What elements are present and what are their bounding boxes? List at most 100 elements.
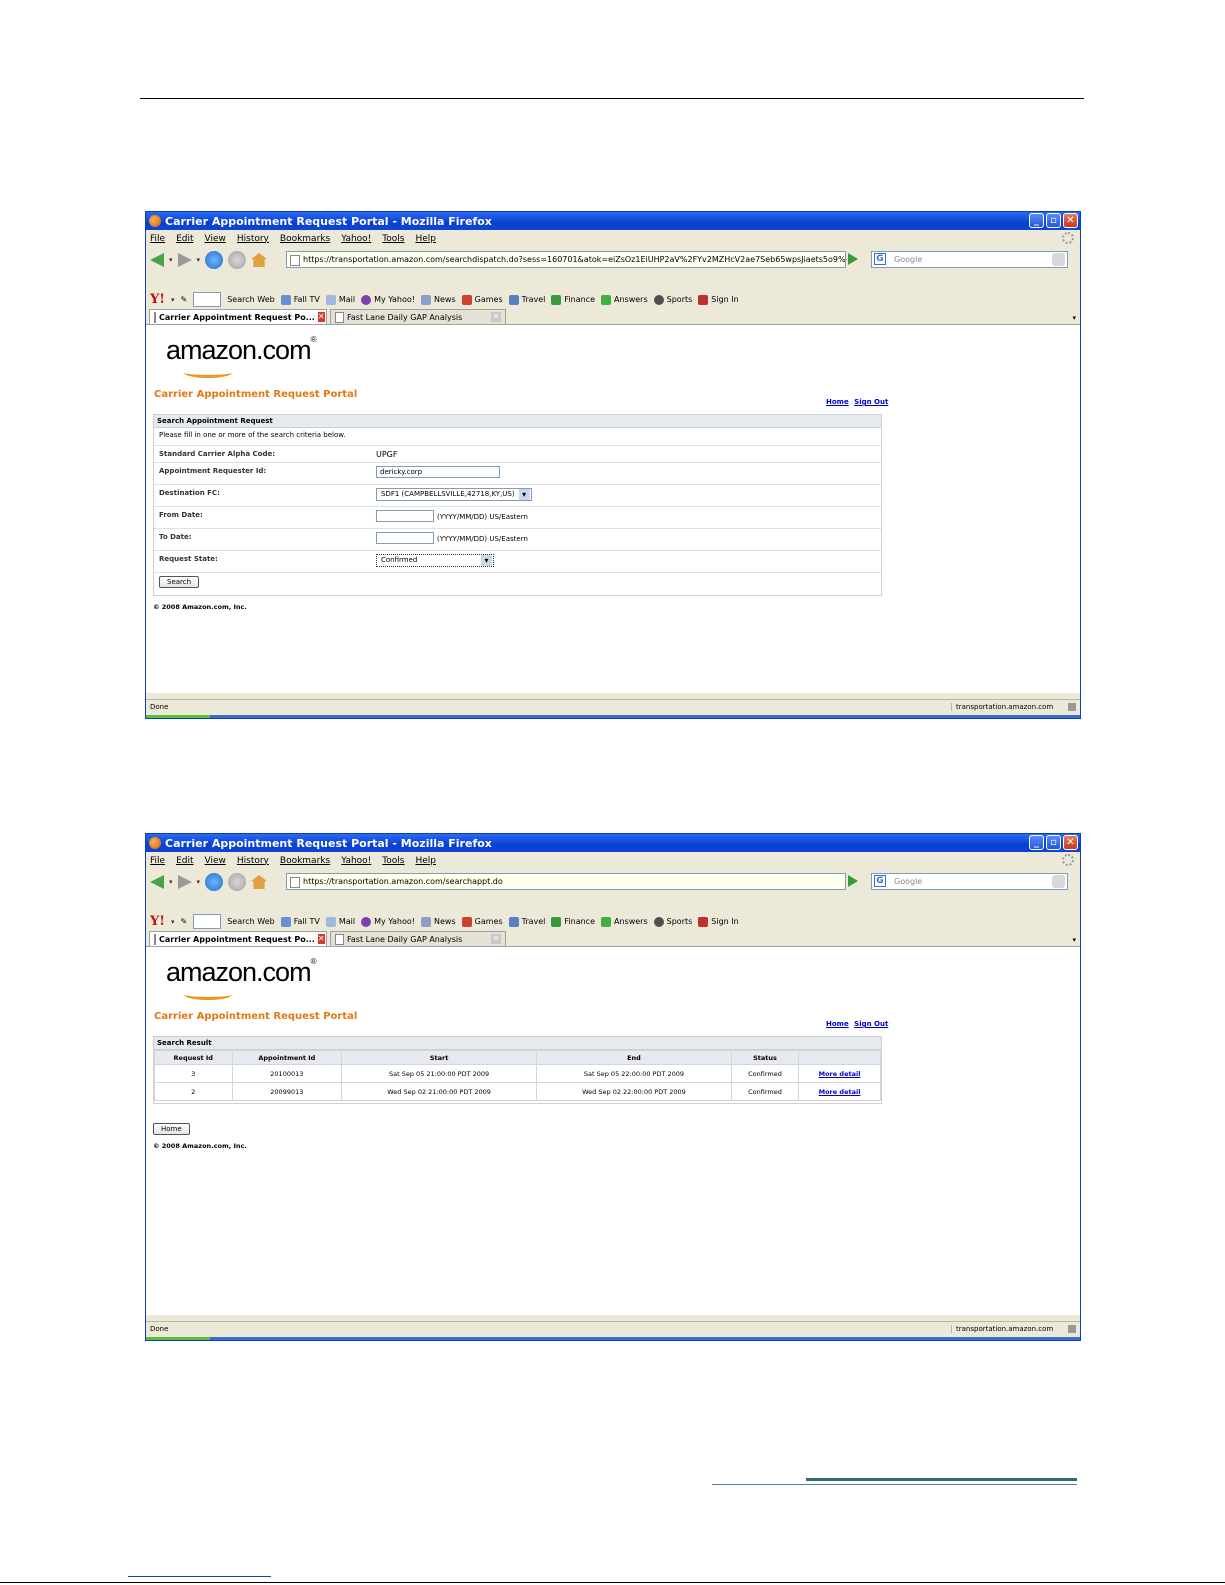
back-arrow-icon[interactable]	[150, 875, 164, 889]
url-input[interactable]: https://transportation.amazon.com/search…	[286, 873, 846, 890]
more-detail-link[interactable]: More detail	[819, 1088, 861, 1096]
yahoo-fall-tv[interactable]: Fall TV	[280, 916, 320, 927]
menu-view[interactable]: View	[205, 856, 226, 866]
yahoo-mail[interactable]: Mail	[325, 916, 355, 927]
back-dropdown-icon[interactable]: ▾	[169, 256, 173, 264]
yahoo-my-yahoo[interactable]: My Yahoo!	[361, 294, 415, 305]
tab-close-icon[interactable]: ✕	[491, 312, 501, 322]
stop-icon[interactable]	[228, 873, 247, 891]
yahoo-dropdown-icon[interactable]: ▾	[171, 918, 175, 926]
stop-icon[interactable]	[228, 251, 247, 269]
restore-button[interactable]: ▫	[1046, 213, 1061, 228]
sign-out-link[interactable]: Sign Out	[854, 1020, 888, 1028]
back-arrow-icon[interactable]	[150, 253, 164, 267]
menu-tools[interactable]: Tools	[382, 856, 404, 866]
menu-edit[interactable]: Edit	[176, 234, 193, 244]
yahoo-answers[interactable]: Answers	[601, 916, 648, 927]
search-input[interactable]: G Google	[871, 251, 1068, 268]
yahoo-fall-tv[interactable]: Fall TV	[280, 294, 320, 305]
yahoo-travel[interactable]: Travel	[508, 294, 545, 305]
sign-out-link[interactable]: Sign Out	[854, 398, 888, 406]
to-date-input[interactable]	[376, 532, 434, 544]
yahoo-sign-in[interactable]: Sign In	[698, 916, 739, 927]
close-button[interactable]: ✕	[1063, 213, 1078, 228]
forward-dropdown-icon[interactable]: ▾	[197, 878, 201, 886]
home-icon[interactable]	[251, 253, 268, 267]
menu-view[interactable]: View	[205, 234, 226, 244]
destination-select[interactable]: SDF1 (CAMPBELLSVILLE,42718,KY,US)	[376, 488, 532, 501]
back-dropdown-icon[interactable]: ▾	[169, 878, 173, 886]
yahoo-games[interactable]: Games	[461, 916, 503, 927]
tab-fast-lane[interactable]: Fast Lane Daily GAP Analysis ✕	[330, 931, 506, 946]
home-icon[interactable]	[251, 875, 268, 889]
yahoo-dropdown-icon[interactable]: ▾	[171, 296, 175, 304]
search-input[interactable]: G Google	[871, 873, 1068, 890]
minimize-button[interactable]: _	[1029, 213, 1044, 228]
yahoo-travel[interactable]: Travel	[508, 916, 545, 927]
yahoo-news[interactable]: News	[421, 916, 456, 927]
more-detail-link[interactable]: More detail	[819, 1070, 861, 1078]
reload-icon[interactable]	[205, 251, 224, 269]
yahoo-sports[interactable]: Sports	[653, 294, 692, 305]
yahoo-search-web[interactable]: Search Web	[227, 917, 274, 926]
restore-button[interactable]: ▫	[1046, 835, 1061, 850]
menu-help[interactable]: Help	[415, 234, 436, 244]
forward-dropdown-icon[interactable]: ▾	[197, 256, 201, 264]
menu-file[interactable]: File	[150, 234, 165, 244]
pencil-icon[interactable]: ✎	[181, 917, 188, 926]
menu-bookmarks[interactable]: Bookmarks	[280, 234, 330, 244]
requester-id-input[interactable]	[376, 466, 500, 478]
yahoo-finance[interactable]: Finance	[551, 916, 595, 927]
menu-edit[interactable]: Edit	[176, 856, 193, 866]
menu-tools[interactable]: Tools	[382, 234, 404, 244]
yahoo-logo[interactable]: Y!	[150, 914, 165, 929]
yahoo-sports[interactable]: Sports	[653, 916, 692, 927]
menu-bookmarks[interactable]: Bookmarks	[280, 856, 330, 866]
yahoo-mail[interactable]: Mail	[325, 294, 355, 305]
yahoo-answers[interactable]: Answers	[601, 294, 648, 305]
yahoo-logo[interactable]: Y!	[150, 292, 165, 307]
yahoo-finance[interactable]: Finance	[551, 294, 595, 305]
go-arrow-icon[interactable]	[848, 875, 858, 887]
yahoo-games[interactable]: Games	[461, 294, 503, 305]
search-magnifier-icon[interactable]	[1052, 875, 1065, 888]
tab-close-icon[interactable]: ✕	[317, 312, 325, 322]
menu-history[interactable]: History	[237, 856, 269, 866]
home-link[interactable]: Home	[826, 1020, 849, 1028]
home-link[interactable]: Home	[826, 398, 849, 406]
menu-history[interactable]: History	[237, 234, 269, 244]
forward-arrow-icon[interactable]	[177, 253, 192, 267]
tab-list-icon[interactable]: ▾	[1072, 314, 1076, 322]
tab-fast-lane[interactable]: Fast Lane Daily GAP Analysis ✕	[330, 309, 506, 324]
tab-close-icon[interactable]: ✕	[317, 934, 325, 944]
from-date-input[interactable]	[376, 510, 434, 522]
yahoo-search-web[interactable]: Search Web	[227, 295, 274, 304]
menu-yahoo[interactable]: Yahoo!	[341, 856, 371, 866]
tab-carrier-portal[interactable]: Carrier Appointment Request Po... ✕	[149, 309, 327, 324]
yahoo-sign-in[interactable]: Sign In	[698, 294, 739, 305]
search-magnifier-icon[interactable]	[1052, 253, 1065, 266]
url-input[interactable]: https://transportation.amazon.com/search…	[286, 251, 846, 268]
yahoo-search-box[interactable]	[193, 914, 222, 929]
minimize-button[interactable]: _	[1029, 835, 1044, 850]
google-engine-icon[interactable]: G	[874, 875, 886, 887]
yahoo-search-box[interactable]	[193, 292, 222, 307]
forward-arrow-icon[interactable]	[177, 875, 192, 889]
go-arrow-icon[interactable]	[848, 253, 858, 265]
lock-icon[interactable]	[1068, 703, 1076, 711]
yahoo-news[interactable]: News	[421, 294, 456, 305]
menu-file[interactable]: File	[150, 856, 165, 866]
home-button[interactable]: Home	[153, 1123, 190, 1135]
close-button[interactable]: ✕	[1063, 835, 1078, 850]
tab-carrier-portal[interactable]: Carrier Appointment Request Po... ✕	[149, 931, 327, 946]
request-state-select[interactable]: Confirmed	[376, 554, 494, 567]
tab-list-icon[interactable]: ▾	[1072, 936, 1076, 944]
yahoo-my-yahoo[interactable]: My Yahoo!	[361, 916, 415, 927]
pencil-icon[interactable]: ✎	[181, 295, 188, 304]
menu-help[interactable]: Help	[415, 856, 436, 866]
tab-close-icon[interactable]: ✕	[491, 934, 501, 944]
reload-icon[interactable]	[205, 873, 224, 891]
search-button[interactable]: Search	[159, 576, 200, 588]
menu-yahoo[interactable]: Yahoo!	[341, 234, 371, 244]
google-engine-icon[interactable]: G	[874, 253, 886, 265]
